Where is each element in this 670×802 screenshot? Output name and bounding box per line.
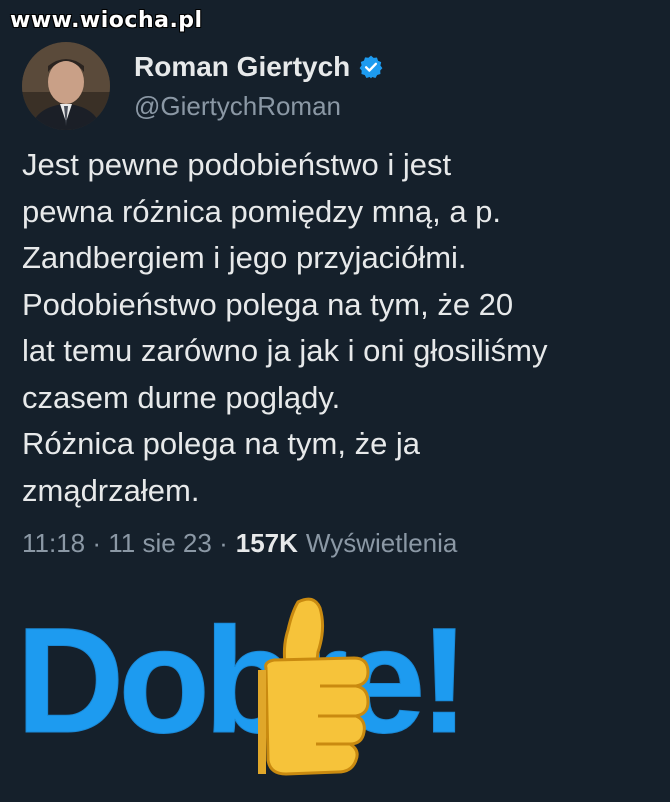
author-name[interactable]: Roman Giertych: [134, 51, 350, 83]
overlay-text: Dobre!: [16, 596, 463, 764]
tweet-header: Roman Giertych @GiertychRoman: [22, 42, 384, 130]
avatar-portrait: [22, 42, 110, 130]
site-watermark: www.wiocha.pl: [10, 8, 203, 33]
author-info: Roman Giertych @GiertychRoman: [134, 51, 384, 122]
tweet-time[interactable]: 11:18: [22, 528, 85, 559]
avatar[interactable]: [22, 42, 110, 130]
meta-separator: ·: [85, 528, 109, 558]
views-count: 157K: [235, 528, 298, 558]
author-handle[interactable]: @GiertychRoman: [134, 91, 384, 122]
tweet-date[interactable]: 11 sie 23: [108, 528, 212, 559]
verified-badge-icon: [359, 55, 383, 78]
tweet-text: Jest pewne podobieństwo i jest pewna róż…: [22, 147, 548, 508]
views-label: Wyświetlenia: [305, 528, 458, 558]
tweet-screenshot: www.wiocha.pl Roman Giertych @GiertychRo…: [0, 0, 670, 802]
name-row: Roman Giertych: [134, 51, 384, 83]
meta-separator: ·: [211, 528, 228, 558]
tweet-meta: 11:18 · 11 sie 23 · 157K Wyświetlenia: [22, 528, 457, 559]
dobre-overlay: Dobre!: [16, 596, 470, 776]
